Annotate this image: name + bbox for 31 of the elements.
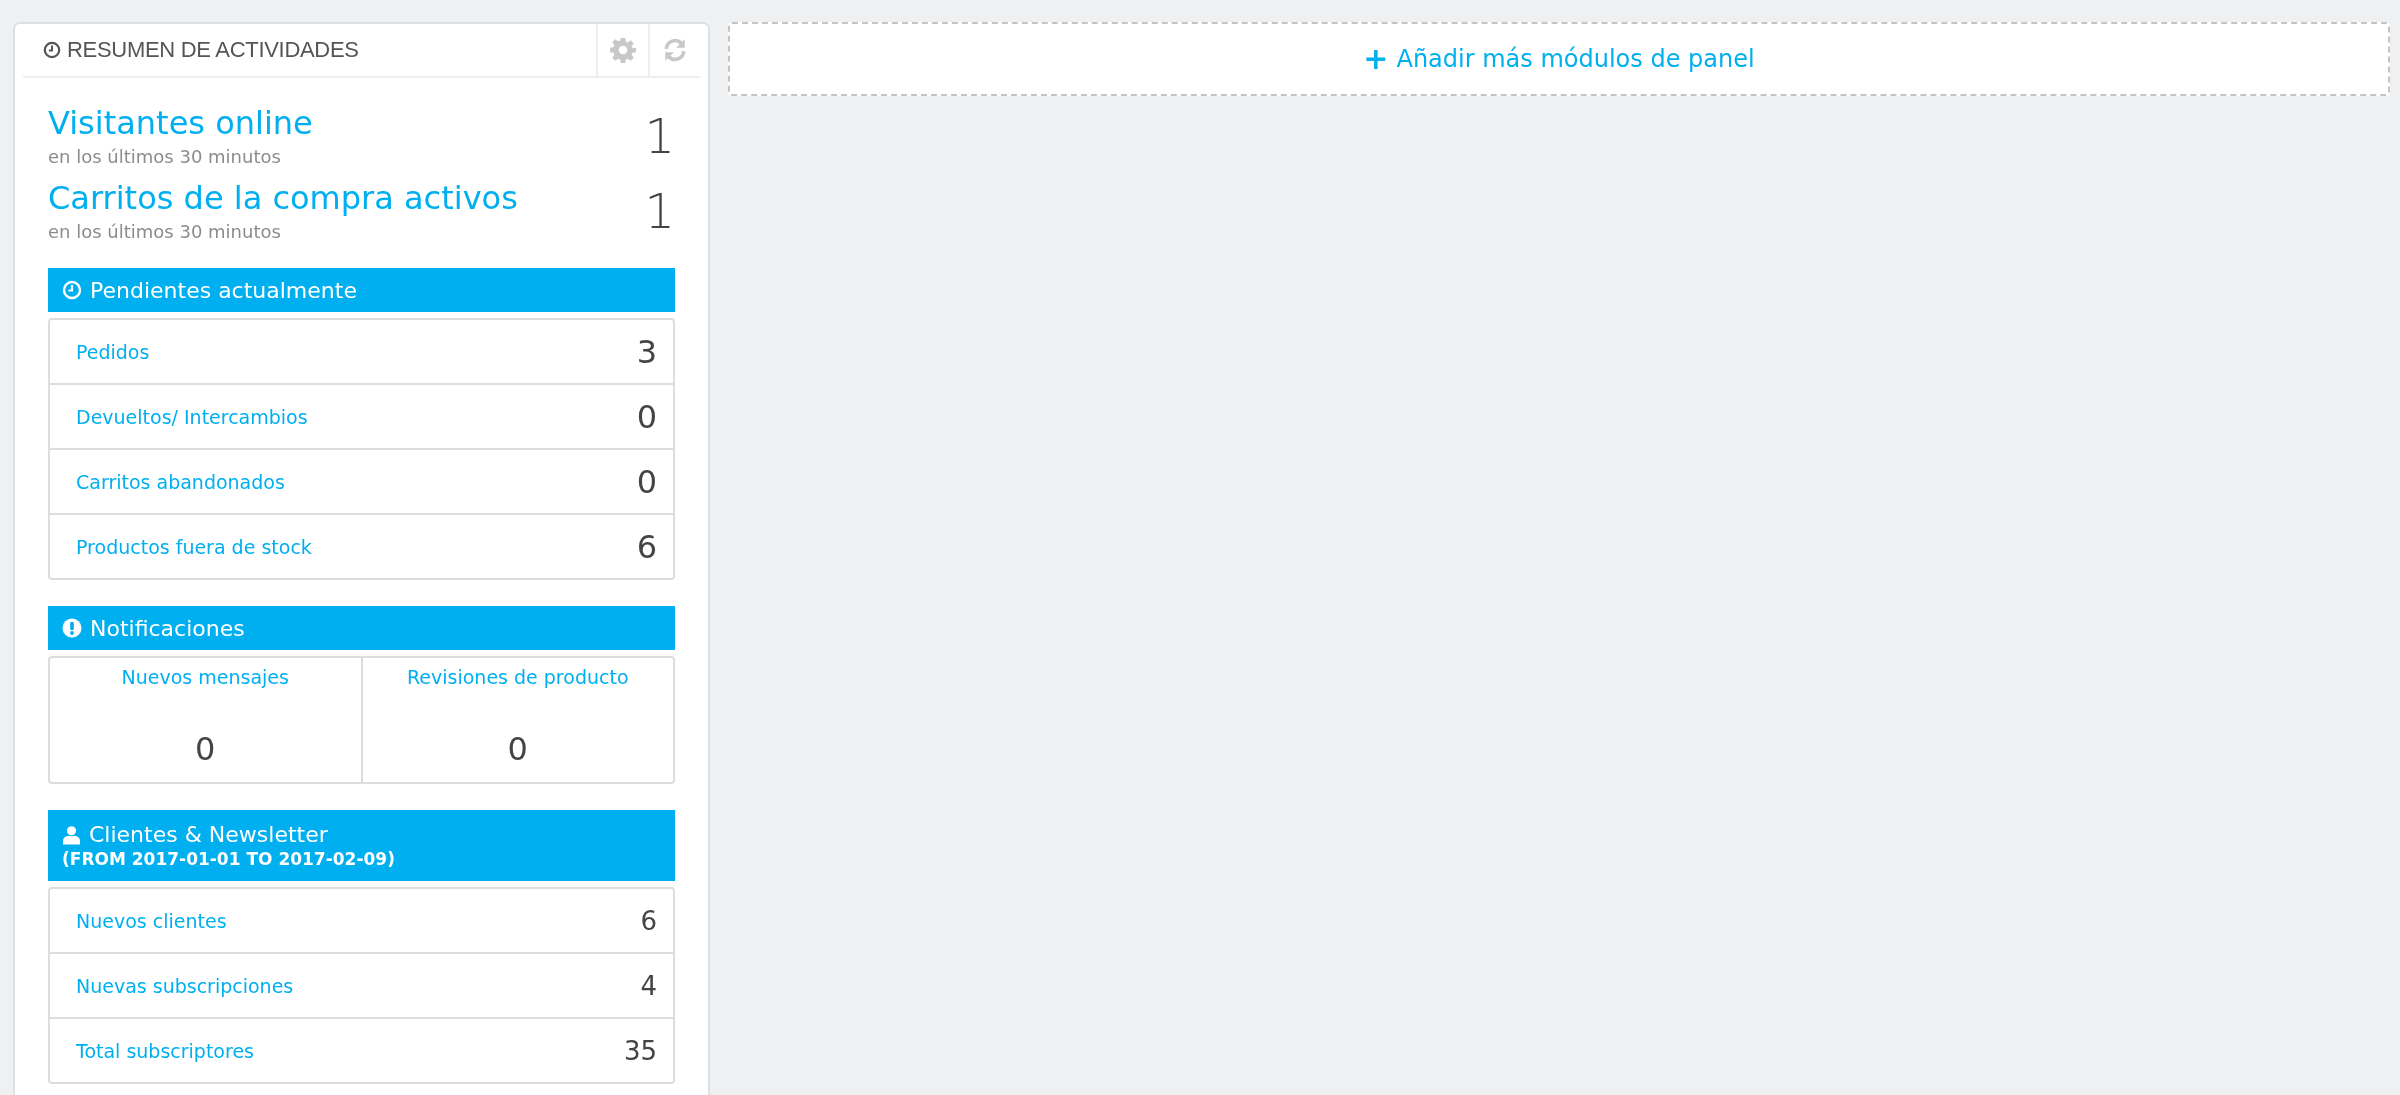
metric-note: en los últimos 30 minutos [48,146,282,167]
row-value: 0 [636,397,657,436]
notification-count: 0 [195,730,216,768]
plus-icon: + [1363,44,1389,74]
notification-count: 0 [507,730,528,768]
section-title: Pendientes actualmente [90,277,357,303]
add-module-button[interactable]: + Añadir más módulos de panel [728,22,2390,96]
row-value: 6 [640,905,657,936]
panel-title: RESUMEN DE ACTIVIDADES [67,37,360,63]
metric-title[interactable]: Carritos de la compra activos [48,179,518,217]
date-range: (FROM 2017-01-01 TO 2017-02-09) [62,849,395,869]
row-link[interactable]: Productos fuera de stock [76,535,312,558]
row-link[interactable]: Devueltos/ Intercambios [76,405,308,428]
metric-value: 1 [644,112,675,166]
row-link[interactable]: Total subscriptores [76,1039,254,1062]
metric-note: en los últimos 30 minutos [48,221,282,242]
notification-link[interactable]: Nuevos mensajes [121,666,289,688]
section-title: Notificaciones [90,615,245,641]
row-link[interactable]: Nuevos clientes [76,909,227,932]
row-value: 3 [636,332,657,371]
row-link[interactable]: Carritos abandonados [76,470,285,493]
row-link[interactable]: Nuevas subscripciones [76,974,294,997]
metric-title[interactable]: Visitantes online [48,104,313,142]
metric-value: 1 [644,187,675,241]
row-value: 6 [636,527,657,566]
row-value: 0 [636,462,657,501]
notification-link[interactable]: Revisiones de producto [407,666,629,688]
row-value: 35 [623,1035,657,1066]
row-value: 4 [640,970,657,1001]
section-title: Clientes & Newsletter [89,822,328,847]
row-link[interactable]: Pedidos [76,340,150,363]
